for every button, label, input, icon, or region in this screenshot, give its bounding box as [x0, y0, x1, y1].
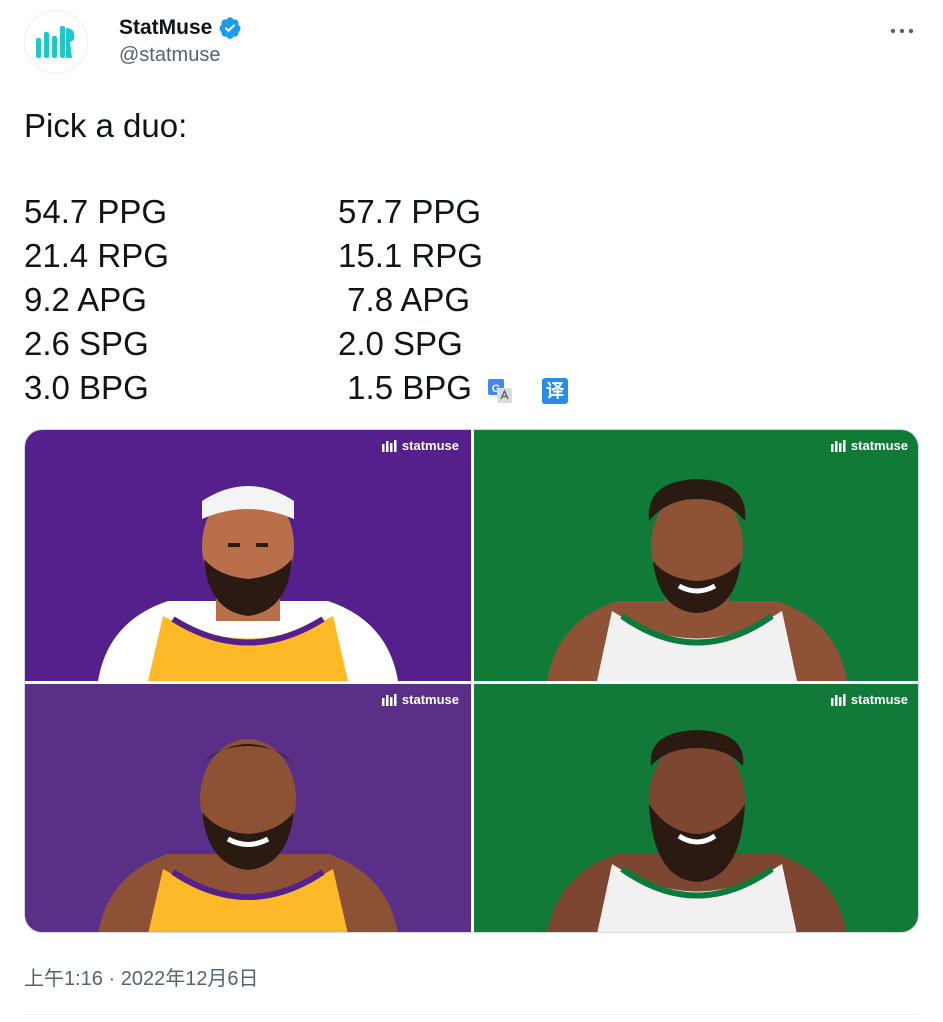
player-illustration-icon	[98, 739, 398, 932]
statmuse-logo-icon	[830, 439, 846, 452]
statmuse-logo-icon	[36, 26, 75, 58]
stat-row-apg: 9.2 APG 7.8 APG	[24, 278, 624, 322]
avatar[interactable]	[24, 10, 88, 74]
stat-left: 9.2 APG	[24, 281, 147, 318]
media-tile-4[interactable]: statmuse	[474, 684, 918, 932]
author-handle[interactable]: @statmuse	[119, 44, 220, 67]
stat-right: 15.1 RPG	[338, 237, 483, 274]
more-dots-icon	[890, 28, 914, 34]
tweet-timestamp[interactable]: 上午1:16 · 2022年12月6日	[24, 962, 259, 991]
more-options-button[interactable]	[885, 14, 919, 48]
tweet-text: Pick a duo:	[24, 107, 188, 144]
stat-row-bpg: 3.0 BPG 1.5 BPG	[24, 366, 624, 410]
tweet-header: StatMuse @statmuse	[24, 8, 919, 76]
stat-left: 2.6 SPG	[24, 325, 149, 362]
stat-row-ppg: 54.7 PPG 57.7 PPG	[24, 190, 624, 234]
divider	[24, 1014, 919, 1015]
media-tile-3[interactable]: statmuse	[25, 684, 471, 932]
stat-row-spg: 2.6 SPG 2.0 SPG	[24, 322, 624, 366]
stat-row-rpg: 21.4 RPG 15.1 RPG	[24, 234, 624, 278]
player-illustration-icon	[547, 730, 847, 932]
media-tile-1[interactable]: statmuse	[25, 430, 471, 681]
stat-right: 7.8 APG	[338, 281, 471, 318]
stats-list: 54.7 PPG 57.7 PPG 21.4 RPG 15.1 RPG 9.2 …	[24, 190, 624, 410]
display-name[interactable]: StatMuse	[119, 16, 212, 40]
stat-left: 21.4 RPG	[24, 237, 169, 274]
google-translate-icon[interactable]: G	[487, 378, 513, 404]
media-tile-2[interactable]: statmuse	[474, 430, 918, 681]
stat-left: 54.7 PPG	[24, 193, 168, 230]
translate-icon[interactable]: 译	[542, 378, 568, 404]
stat-right: 2.0 SPG	[338, 325, 463, 362]
stat-right: 57.7 PPG	[338, 193, 482, 230]
statmuse-logo-icon	[381, 439, 397, 452]
verified-badge-icon	[219, 17, 241, 39]
author-name-row: StatMuse	[119, 16, 242, 40]
stat-left: 3.0 BPG	[24, 369, 149, 406]
stat-right: 1.5 BPG	[338, 369, 472, 406]
media-grid: statmuse statmuse statmuse statmuse	[24, 429, 919, 933]
player-illustration-icon	[547, 479, 847, 681]
player-illustration-icon	[98, 486, 398, 681]
